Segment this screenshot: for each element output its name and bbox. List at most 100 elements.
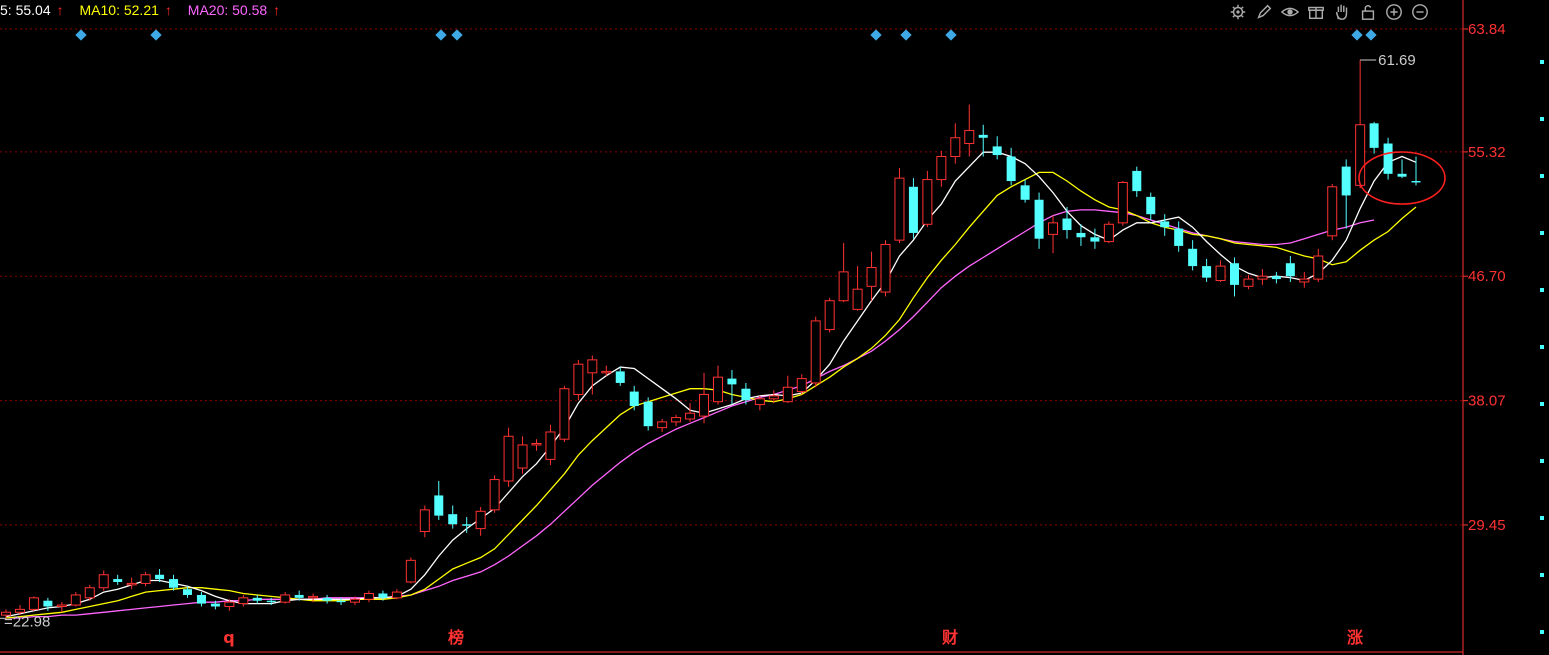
candle-body xyxy=(922,179,933,225)
candle-body xyxy=(43,600,53,607)
candle-body xyxy=(1103,223,1114,243)
candle-body xyxy=(894,177,905,241)
candle-body xyxy=(908,186,918,233)
candle-body xyxy=(601,370,612,374)
y-tick-label: 55.32 xyxy=(1468,144,1506,161)
candle xyxy=(782,375,793,404)
candle-body xyxy=(503,435,514,482)
event-diamond xyxy=(451,29,463,41)
candle xyxy=(685,403,696,422)
candle xyxy=(489,475,500,513)
candle xyxy=(1355,59,1366,189)
ma5-line xyxy=(5,151,1417,618)
candle-body xyxy=(434,495,444,516)
edge-marker xyxy=(1540,60,1544,64)
candle xyxy=(587,355,598,395)
edge-marker xyxy=(1540,288,1544,292)
candle-body xyxy=(196,594,206,604)
candle-body xyxy=(657,421,668,429)
candle-body xyxy=(796,378,807,393)
candle-body xyxy=(1076,232,1086,238)
candle xyxy=(852,266,863,311)
candle-body xyxy=(712,376,723,403)
candle-body xyxy=(1020,185,1030,200)
candle-body xyxy=(1006,156,1016,182)
candle xyxy=(238,594,249,607)
candle-body xyxy=(419,509,430,532)
candle-body xyxy=(266,600,276,603)
candle-body xyxy=(14,608,25,613)
candlestick-chart[interactable]: q 榜 财 涨 63.84 55.32 46.70 38.07 29.45 61.69 =22.… xyxy=(0,0,1549,655)
event-diamond xyxy=(435,29,447,41)
candle-body xyxy=(1257,275,1268,280)
ma5-legend: 5: 55.04 ↑ xyxy=(0,2,64,18)
candle-body xyxy=(1062,218,1072,231)
candle xyxy=(517,436,528,474)
candle xyxy=(1327,183,1338,241)
candle-body xyxy=(113,579,123,582)
candle-body xyxy=(350,598,361,603)
eye-icon[interactable] xyxy=(1280,2,1300,22)
candle-body xyxy=(699,393,710,417)
candle xyxy=(363,590,374,603)
event-markers: q榜财涨 xyxy=(75,29,1377,647)
candle-body xyxy=(1034,199,1044,239)
edge-marker xyxy=(1540,345,1544,349)
lock-icon[interactable] xyxy=(1358,2,1378,22)
edge-marker xyxy=(1540,630,1544,634)
candle-body xyxy=(308,595,319,599)
candle-body xyxy=(391,591,402,599)
candle xyxy=(796,374,807,395)
candle-body xyxy=(838,271,849,302)
event-diamond xyxy=(900,29,912,41)
candle-body xyxy=(880,243,891,293)
candle xyxy=(1299,271,1310,288)
candle-body xyxy=(992,146,1002,156)
candle xyxy=(1160,214,1170,236)
candle xyxy=(936,150,947,187)
candle xyxy=(922,170,933,228)
candle-body xyxy=(210,603,220,607)
candle-body xyxy=(671,417,682,423)
candle xyxy=(573,359,584,401)
moving-average-legend: 5: 55.04 ↑ MA10: 52.21 ↑ MA20: 50.58 ↑ xyxy=(0,2,292,18)
candle xyxy=(908,178,918,239)
candle-body xyxy=(56,604,67,607)
candle-body xyxy=(1327,186,1338,237)
candle-body xyxy=(169,579,179,588)
zoom-out-icon[interactable] xyxy=(1410,2,1430,22)
candle xyxy=(70,592,81,607)
settings-icon[interactable] xyxy=(1228,2,1248,22)
candle xyxy=(252,594,262,604)
max-price-label: 61.69 xyxy=(1378,52,1416,69)
hand-icon[interactable] xyxy=(1332,2,1352,22)
gift-icon[interactable] xyxy=(1306,2,1326,22)
candle-body xyxy=(182,589,192,595)
candle-body xyxy=(448,514,458,525)
candle xyxy=(405,557,416,584)
candle-body xyxy=(252,597,262,601)
candle-body xyxy=(1285,263,1295,277)
edge-marker xyxy=(1540,174,1544,178)
candle-body xyxy=(545,431,556,460)
candle-body xyxy=(852,288,863,310)
candle xyxy=(1202,258,1212,282)
candle-body xyxy=(294,594,304,598)
candle xyxy=(1020,179,1030,203)
candle-body xyxy=(70,594,81,606)
pen-icon[interactable] xyxy=(1254,2,1274,22)
candle xyxy=(1215,260,1226,282)
candle xyxy=(699,372,710,424)
event-diamond xyxy=(1365,29,1377,41)
candle-body xyxy=(978,134,988,138)
candle xyxy=(28,596,39,611)
edge-marker xyxy=(1540,231,1544,235)
candle xyxy=(657,418,668,432)
candle-body xyxy=(405,559,416,583)
candle-body xyxy=(727,378,737,385)
moving-average-lines xyxy=(5,151,1417,619)
zoom-in-icon[interactable] xyxy=(1384,2,1404,22)
candle-body xyxy=(573,363,584,395)
candle-body xyxy=(126,582,137,586)
event-marker-1: q xyxy=(223,628,234,647)
